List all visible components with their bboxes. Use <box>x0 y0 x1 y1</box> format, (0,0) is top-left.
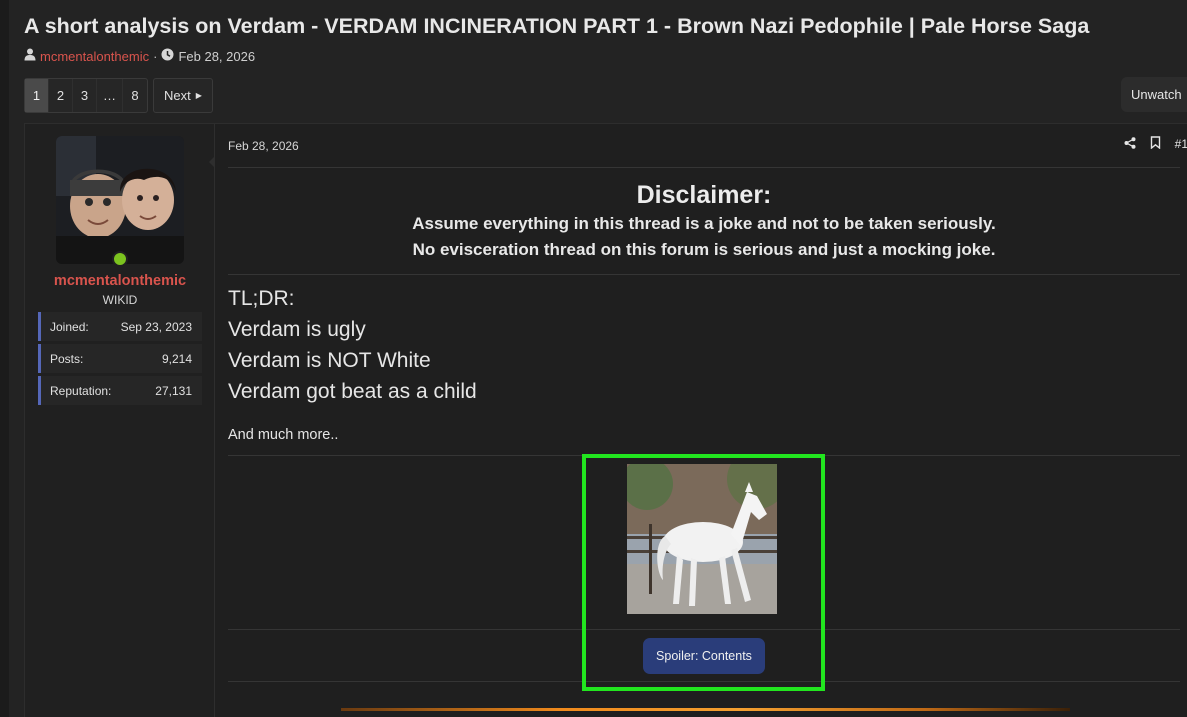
next-label: Next <box>164 88 191 103</box>
user-title: WIKID <box>102 293 138 307</box>
post-user-cell: mcmentalonthemic WIKID Joined: Sep 23, 2… <box>25 124 215 717</box>
stat-label: Posts: <box>50 351 84 366</box>
bookmark-button[interactable] <box>1150 136 1161 152</box>
page-2-link[interactable]: 2 <box>49 79 73 112</box>
page-jump-ellipsis[interactable]: … <box>97 79 123 112</box>
online-status-indicator <box>112 251 128 267</box>
disclaimer-line-1: Assume everything in this thread is a jo… <box>412 214 996 233</box>
stat-label: Joined: <box>50 319 89 334</box>
post-date-link[interactable]: Feb 28, 2026 <box>228 139 299 153</box>
post-number-link[interactable]: #1 <box>1175 137 1187 151</box>
pagination: 1 2 3 … 8 Next ▶ <box>24 78 213 113</box>
tldr-line: Verdam got beat as a child <box>228 380 477 403</box>
more-text: And much more.. <box>228 427 339 443</box>
page-numbers: 1 2 3 … 8 <box>24 78 148 113</box>
share-icon <box>1124 136 1136 152</box>
post-username-link[interactable]: mcmentalonthemic <box>25 273 215 289</box>
disclaimer-line-2: No evisceration thread on this forum is … <box>412 240 996 259</box>
post-header-divider <box>228 167 1180 168</box>
decorative-divider <box>341 708 1070 711</box>
post-1: mcmentalonthemic WIKID Joined: Sep 23, 2… <box>24 123 1187 717</box>
thread-author-link[interactable]: mcmentalonthemic <box>40 49 149 64</box>
tldr-line: Verdam is ugly <box>228 318 366 341</box>
thread-date-link[interactable]: Feb 28, 2026 <box>178 49 255 64</box>
tldr-line: Verdam is NOT White <box>228 349 431 372</box>
next-page-button[interactable]: Next ▶ <box>153 78 213 113</box>
avatar[interactable] <box>56 136 184 264</box>
stat-label: Reputation: <box>50 383 112 398</box>
bookmark-icon <box>1150 136 1161 152</box>
tldr-line: TL;DR: <box>228 287 295 310</box>
clock-icon <box>161 48 174 64</box>
stat-value: 9,214 <box>161 351 192 366</box>
disclaimer-divider <box>228 274 1180 275</box>
stat-value: Sep 23, 2023 <box>120 319 192 334</box>
thread-title: A short analysis on Verdam - VERDAM INCI… <box>24 14 1090 38</box>
stat-joined: Joined: Sep 23, 2023 <box>38 312 202 341</box>
tldr-block: TL;DR: Verdam is ugly Verdam is NOT Whit… <box>228 283 477 407</box>
meta-separator: · <box>153 48 158 64</box>
share-button[interactable] <box>1124 136 1136 152</box>
thread-page: A short analysis on Verdam - VERDAM INCI… <box>9 0 1187 717</box>
stat-value: 27,131 <box>155 383 192 398</box>
caret-right-icon: ▶ <box>195 91 202 100</box>
disclaimer-heading: Disclaimer: <box>636 181 772 209</box>
left-rail <box>0 0 9 717</box>
stat-reputation: Reputation: 27,131 <box>38 376 202 405</box>
unwatch-button[interactable]: Unwatch <box>1121 77 1187 112</box>
highlight-box <box>582 454 825 691</box>
post-arrow <box>209 156 215 168</box>
page-1-link[interactable]: 1 <box>25 79 49 112</box>
user-stats: Joined: Sep 23, 2023 Posts: 9,214 Reputa… <box>38 312 202 408</box>
stat-posts[interactable]: Posts: 9,214 <box>38 344 202 373</box>
page-8-link[interactable]: 8 <box>123 79 147 112</box>
post-actions: #1 <box>1110 136 1187 152</box>
disclaimer-block: Disclaimer: Assume everything in this th… <box>228 179 1180 263</box>
post-body: Feb 28, 2026 #1 Disclaimer: Assume every <box>216 124 1187 717</box>
user-icon <box>24 48 36 64</box>
thread-meta: mcmentalonthemic · Feb 28, 2026 <box>24 48 255 64</box>
page-3-link[interactable]: 3 <box>73 79 97 112</box>
